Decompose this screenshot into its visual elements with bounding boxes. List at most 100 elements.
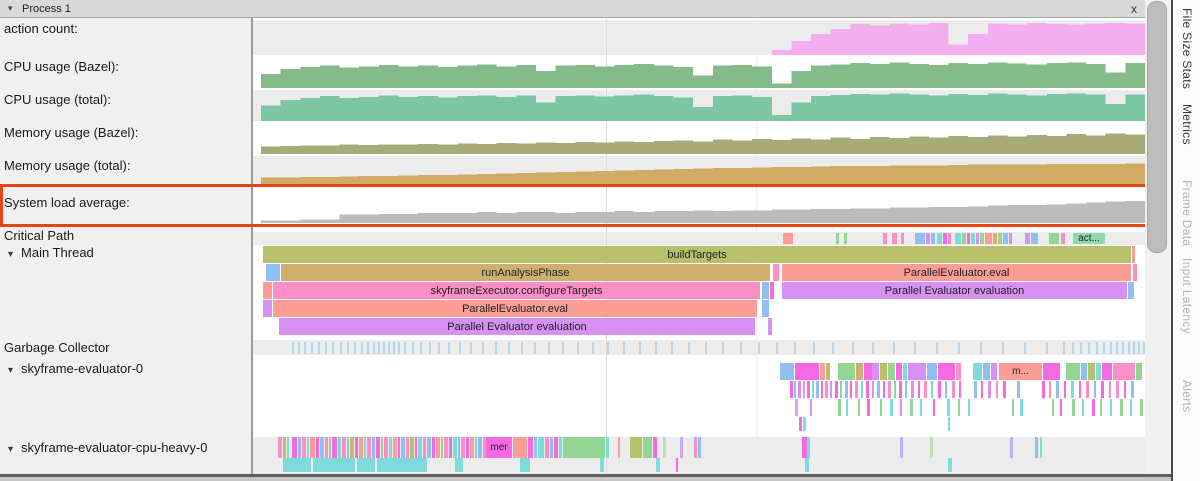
gc-tick[interactable] xyxy=(459,342,461,354)
skyframe-evaluator-cpu-heavy-0-slice[interactable] xyxy=(436,437,440,458)
skyframe-evaluator-0-slice[interactable] xyxy=(795,399,798,416)
gc-tick[interactable] xyxy=(705,342,707,354)
skyframe-evaluator-cpu-heavy-0-slice[interactable] xyxy=(653,437,657,458)
skyframe-evaluator-cpu-heavy-0-slice[interactable] xyxy=(307,437,309,458)
gc-tick[interactable] xyxy=(482,342,484,354)
skyframe-evaluator-cpu-heavy-0-slice[interactable] xyxy=(534,437,537,458)
skyframe-evaluator-0-slice[interactable] xyxy=(948,417,950,431)
skyframe-evaluator-0-slice[interactable] xyxy=(1082,399,1084,416)
gc-tick[interactable] xyxy=(373,342,375,354)
critical-path-slice[interactable] xyxy=(943,233,947,244)
skyframe-evaluator-0-slice[interactable] xyxy=(798,381,801,398)
skyframe-evaluator-cpu-heavy-0-slice[interactable] xyxy=(316,437,319,458)
main-thread-slice[interactable]: ParallelEvaluator.eval xyxy=(782,264,1131,281)
gc-tick[interactable] xyxy=(354,342,356,354)
skyframe-evaluator-cpu-heavy-0-slice[interactable] xyxy=(283,458,311,472)
gc-tick[interactable] xyxy=(378,342,380,354)
skyframe-evaluator-0-slice[interactable] xyxy=(1066,363,1080,380)
skyframe-evaluator-cpu-heavy-0-slice[interactable] xyxy=(694,437,697,458)
skyframe-evaluator-cpu-heavy-0-slice[interactable]: mer xyxy=(486,437,512,458)
skyframe-evaluator-0-slice[interactable] xyxy=(938,381,941,398)
gc-tick[interactable] xyxy=(794,342,796,354)
skyframe-evaluator-0-slice[interactable] xyxy=(1020,399,1023,416)
skyframe-evaluator-0-slice[interactable] xyxy=(1100,399,1102,416)
vertical-scrollbar-thumb[interactable] xyxy=(1147,1,1167,253)
skyframe-evaluator-cpu-heavy-0-slice[interactable] xyxy=(643,437,652,458)
skyframe-evaluator-cpu-heavy-0-slice[interactable] xyxy=(376,437,380,458)
critical-path-slice[interactable] xyxy=(883,233,887,244)
skyframe-evaluator-cpu-heavy-0-slice[interactable] xyxy=(287,437,289,458)
skyframe-evaluator-0-slice[interactable] xyxy=(952,381,955,398)
critical-path-slice[interactable] xyxy=(1049,233,1059,244)
skyframe-evaluator-0-slice[interactable] xyxy=(1110,399,1112,416)
skyframe-evaluator-cpu-heavy-0-slice[interactable] xyxy=(698,437,701,458)
main-thread-slice[interactable] xyxy=(263,282,272,299)
critical-path-slice[interactable] xyxy=(985,233,992,244)
skyframe-evaluator-0-slice[interactable] xyxy=(803,417,806,431)
skyframe-evaluator-0-slice[interactable] xyxy=(1131,381,1134,398)
skyframe-evaluator-cpu-heavy-0-slice[interactable] xyxy=(410,437,414,458)
main-thread-slice[interactable]: Parallel Evaluator evaluation xyxy=(279,318,755,335)
gc-tick[interactable] xyxy=(404,342,406,354)
system-load-average-chart[interactable] xyxy=(261,189,1145,223)
gc-tick[interactable] xyxy=(1128,342,1130,354)
gc-tick[interactable] xyxy=(740,342,742,354)
skyframe-evaluator-0-slice[interactable] xyxy=(903,363,907,380)
skyframe-evaluator-0-slice[interactable] xyxy=(872,363,879,380)
memory-usage-total-chart[interactable] xyxy=(261,156,1145,187)
skyframe-evaluator-0-slice[interactable] xyxy=(968,399,970,416)
skyframe-evaluator-0-slice[interactable] xyxy=(1079,381,1081,398)
skyframe-evaluator-0-slice[interactable] xyxy=(908,363,926,380)
main-thread-slice[interactable] xyxy=(770,282,774,299)
gc-tick[interactable] xyxy=(495,342,497,354)
skyframe-evaluator-0-slice[interactable] xyxy=(830,381,832,398)
skyframe-evaluator-0-slice[interactable] xyxy=(1071,381,1074,398)
gc-tick[interactable] xyxy=(1122,342,1124,354)
skyframe-evaluator-cpu-heavy-0-slice[interactable] xyxy=(325,437,328,458)
skyframe-evaluator-cpu-heavy-0-slice[interactable] xyxy=(554,437,558,458)
skyframe-evaluator-cpu-heavy-0-slice[interactable] xyxy=(355,437,358,458)
skyframe-evaluator-0-slice[interactable] xyxy=(1043,363,1060,380)
action-count-chart[interactable] xyxy=(261,20,1145,55)
gc-tick[interactable] xyxy=(577,342,579,354)
skyframe-evaluator-cpu-heavy-0-slice[interactable] xyxy=(329,437,331,458)
skyframe-evaluator-0-slice[interactable] xyxy=(794,381,796,398)
critical-path-slice[interactable] xyxy=(901,233,904,244)
critical-path-slice[interactable] xyxy=(915,233,925,244)
gc-tick[interactable] xyxy=(1138,342,1140,354)
skyframe-evaluator-cpu-heavy-0-slice[interactable] xyxy=(292,437,297,458)
skyframe-evaluator-0-slice[interactable] xyxy=(877,381,880,398)
main-thread-slice[interactable] xyxy=(1128,282,1134,299)
skyframe-evaluator-0-slice[interactable] xyxy=(838,399,841,416)
skyframe-evaluator-0-slice[interactable] xyxy=(945,381,947,398)
skyframe-evaluator-0-slice[interactable] xyxy=(938,363,955,380)
main-thread-slice[interactable] xyxy=(762,282,769,299)
gc-tick[interactable] xyxy=(623,342,625,354)
main-thread-slice[interactable] xyxy=(768,318,772,335)
skyframe-evaluator-0-slice[interactable] xyxy=(1060,399,1062,416)
skyframe-evaluator-0-slice[interactable] xyxy=(840,381,842,398)
skyframe-evaluator-0-slice[interactable] xyxy=(1092,399,1095,416)
skyframe-evaluator-0-slice[interactable] xyxy=(896,363,902,380)
main-thread-slice[interactable] xyxy=(266,264,280,281)
skyframe-evaluator-0-slice[interactable] xyxy=(846,399,848,416)
skyframe-evaluator-cpu-heavy-0-slice[interactable] xyxy=(432,437,435,458)
skyframe-evaluator-cpu-heavy-0-slice[interactable] xyxy=(350,437,354,458)
gc-tick[interactable] xyxy=(292,342,294,354)
gc-tick[interactable] xyxy=(776,342,778,354)
critical-path-slice[interactable] xyxy=(1061,233,1065,244)
skyframe-evaluator-cpu-heavy-0-slice[interactable] xyxy=(332,437,337,458)
critical-path-slice[interactable] xyxy=(976,233,979,244)
skyframe-evaluator-cpu-heavy-0-slice[interactable] xyxy=(427,437,431,458)
critical-path-slice[interactable] xyxy=(955,233,961,244)
skyframe-evaluator-0-slice[interactable] xyxy=(850,381,852,398)
skyframe-evaluator-0-slice[interactable] xyxy=(858,399,860,416)
skyframe-evaluator-cpu-heavy-0-slice[interactable] xyxy=(1035,437,1038,458)
gc-tick[interactable] xyxy=(340,342,342,354)
skyframe-evaluator-0-slice[interactable] xyxy=(1096,363,1101,380)
gc-tick[interactable] xyxy=(383,342,385,354)
gc-tick[interactable] xyxy=(852,342,854,354)
skyframe-evaluator-cpu-heavy-0-slice[interactable] xyxy=(538,437,544,458)
skyframe-evaluator-cpu-heavy-0-slice[interactable] xyxy=(680,437,683,458)
memory-usage-bazel-chart[interactable] xyxy=(261,123,1145,154)
